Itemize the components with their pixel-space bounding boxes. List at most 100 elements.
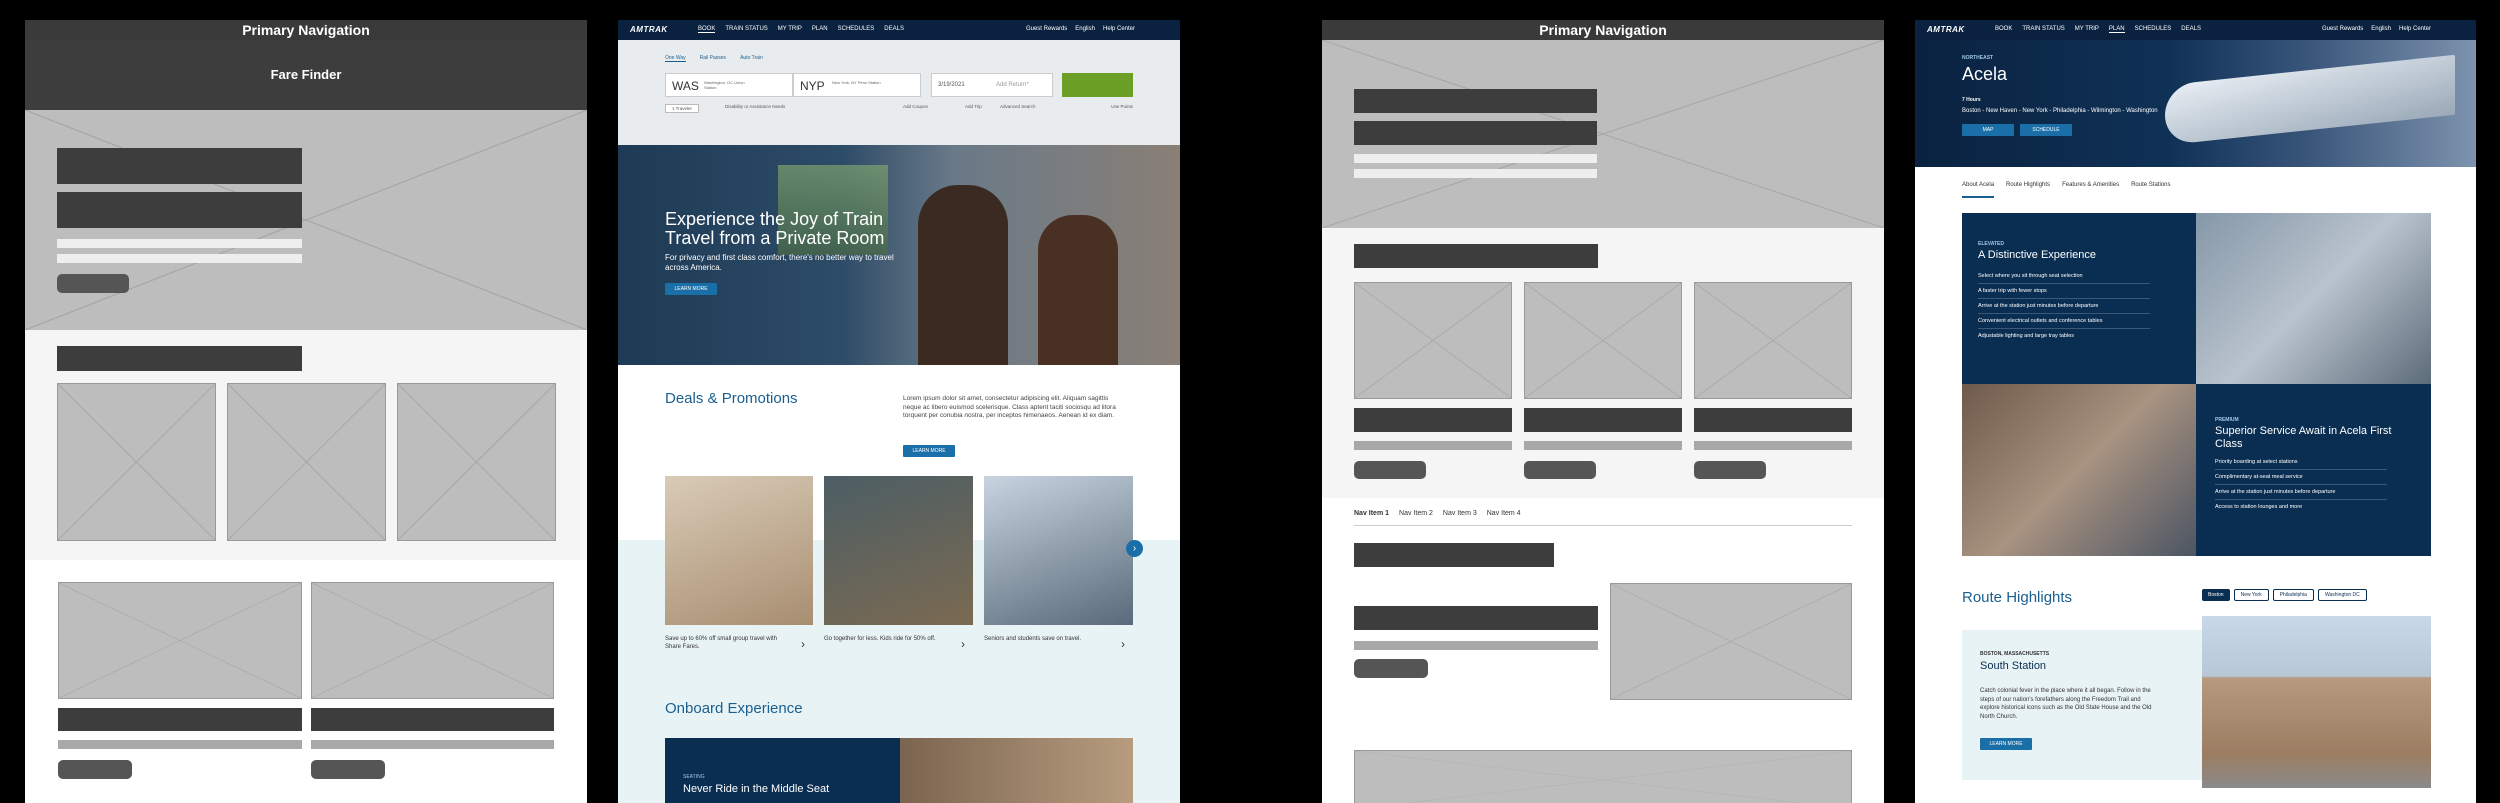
feature-heading-block — [311, 708, 554, 731]
disability-checkbox[interactable]: Disability or Assistance Needs — [725, 104, 785, 109]
feature-button[interactable] — [58, 760, 132, 779]
deal-card-text[interactable]: Go together for less. Kids ride for 50% … — [824, 635, 939, 643]
tab-nav-item-4[interactable]: Nav Item 4 — [1487, 510, 1521, 525]
travelers-select[interactable]: 1 Traveler — [665, 104, 700, 113]
language-select[interactable]: English — [2371, 26, 2391, 32]
tab-rail-passes[interactable]: Rail Passes — [700, 55, 726, 62]
city-tab-washington-dc[interactable]: Washington DC — [2317, 589, 2367, 601]
section-heading-block — [1354, 543, 1554, 567]
card-button[interactable] — [1694, 461, 1766, 479]
amtrak-logo[interactable]: AMTRAK — [630, 25, 668, 34]
nav-deals[interactable]: DEALS — [884, 26, 904, 33]
carousel-next-button[interactable]: › — [1126, 540, 1143, 557]
use-points-toggle[interactable]: Use Points — [1111, 104, 1133, 109]
city-tab-philadelphia[interactable]: Philadelphia — [2272, 589, 2314, 601]
primary-navigation-bar[interactable]: Primary Navigation — [1322, 20, 1884, 40]
station-learn-more-button[interactable]: LEARN MORE — [1980, 738, 2032, 750]
add-trip-link[interactable]: Add Trip — [965, 104, 982, 109]
nav-deals[interactable]: DEALS — [2181, 26, 2201, 33]
list-item: Adjustable lighting and large tray table… — [1978, 333, 2075, 339]
card-button[interactable] — [1354, 461, 1426, 479]
feature-image-placeholder — [311, 582, 554, 699]
city-tab-new-york[interactable]: New York — [2233, 589, 2269, 601]
city-tab-boston[interactable]: Boston — [2202, 589, 2230, 601]
deals-learn-more-button[interactable]: LEARN MORE — [903, 445, 955, 457]
feature-button[interactable] — [1354, 659, 1428, 678]
feature-text-line — [58, 740, 302, 749]
route-tabs: About Acela Route Highlights Features & … — [1962, 182, 2170, 198]
seating-label: SEATING — [683, 774, 705, 780]
list-item: A faster trip with fewer stops — [1978, 284, 2150, 299]
nav-book[interactable]: BOOK — [1995, 26, 2012, 33]
elevated-heading: A Distinctive Experience — [1978, 249, 2096, 261]
deal-card-text[interactable]: Save up to 60% off small group travel wi… — [665, 635, 780, 651]
seating-heading: Never Ride in the Middle Seat — [683, 783, 830, 795]
deal-card-image[interactable] — [665, 476, 813, 625]
card-image-placeholder — [1694, 282, 1852, 399]
hero-cta-button[interactable] — [57, 274, 129, 293]
map-button[interactable]: MAP — [1962, 124, 2014, 136]
nav-train-status[interactable]: TRAIN STATUS — [2022, 26, 2064, 33]
to-name: New York, NY Penn Station — [832, 80, 881, 85]
nav-plan[interactable]: PLAN — [2108, 26, 2125, 33]
tab-nav-item-2[interactable]: Nav Item 2 — [1399, 510, 1433, 525]
elevated-image — [2196, 213, 2431, 384]
primary-navigation: AMTRAK BOOK TRAIN STATUS MY TRIP PLAN SC… — [1915, 20, 2476, 40]
nav-plan[interactable]: PLAN — [812, 26, 828, 33]
deal-card-text[interactable]: Seniors and students save on travel. — [984, 635, 1099, 643]
tab-about-acela[interactable]: About Acela — [1962, 182, 1995, 198]
primary-navigation-bar[interactable]: Primary Navigation — [25, 20, 587, 40]
nav-schedules[interactable]: SCHEDULES — [838, 26, 875, 33]
language-select[interactable]: English — [1075, 26, 1095, 32]
nav-schedules[interactable]: SCHEDULES — [2135, 26, 2172, 33]
chevron-right-icon[interactable]: › — [961, 637, 965, 651]
tab-one-way[interactable]: One Way — [665, 55, 686, 62]
route-stops: Boston - New Haven - New York - Philadel… — [1962, 108, 2158, 114]
card-image-placeholder — [57, 383, 216, 541]
add-coupon-link[interactable]: Add Coupon — [903, 104, 928, 109]
help-center-link[interactable]: Help Center — [2399, 26, 2431, 32]
tab-route-stations[interactable]: Route Stations — [2131, 182, 2170, 198]
return-placeholder: Add Return* — [996, 82, 1029, 88]
deal-card-image[interactable] — [984, 476, 1133, 625]
tab-features-amenities[interactable]: Features & Amenities — [2062, 182, 2119, 198]
tab-nav-item-3[interactable]: Nav Item 3 — [1443, 510, 1477, 525]
hero-learn-more-button[interactable]: LEARN MORE — [665, 283, 717, 295]
from-station-field[interactable]: WAS Washington, DC Union Station — [665, 73, 793, 97]
elevated-label: ELEVATED — [1978, 241, 2004, 247]
feature-button[interactable] — [311, 760, 385, 779]
bottom-image-placeholder — [1354, 750, 1852, 803]
schedule-button[interactable]: SCHEDULE — [2020, 124, 2072, 136]
guest-rewards-link[interactable]: Guest Rewards — [1026, 26, 1067, 32]
nav-train-status[interactable]: TRAIN STATUS — [725, 26, 767, 33]
card-image-placeholder — [227, 383, 386, 541]
nav-my-trip[interactable]: MY TRIP — [2075, 26, 2099, 33]
nav-my-trip[interactable]: MY TRIP — [778, 26, 802, 33]
guest-rewards-link[interactable]: Guest Rewards — [2322, 26, 2363, 32]
card-heading-block — [1354, 408, 1512, 432]
station-image — [2202, 616, 2431, 788]
card-text-line — [1524, 441, 1682, 450]
acela-train-image — [2165, 54, 2455, 146]
list-item: Select where you sit through seat select… — [1978, 269, 2150, 284]
deal-card-image[interactable] — [824, 476, 973, 625]
hero-heading: Experience the Joy of Train Travel from … — [665, 209, 885, 248]
help-center-link[interactable]: Help Center — [1103, 26, 1135, 32]
list-item: Complimentary at-seat meal service — [2215, 470, 2387, 485]
find-trains-button[interactable] — [1062, 73, 1133, 97]
date-field[interactable]: 3/19/2021 Add Return* — [931, 73, 1053, 97]
card-image-placeholder — [397, 383, 556, 541]
nav-book[interactable]: BOOK — [698, 26, 716, 33]
to-station-field[interactable]: NYP New York, NY Penn Station — [793, 73, 921, 97]
chevron-right-icon[interactable]: › — [1121, 637, 1125, 651]
onboard-title: Onboard Experience — [665, 700, 803, 717]
advanced-search-link[interactable]: Advanced Search — [1000, 104, 1036, 109]
card-button[interactable] — [1524, 461, 1596, 479]
card-text-line — [1694, 441, 1852, 450]
tab-nav-item-1[interactable]: Nav Item 1 — [1354, 510, 1389, 525]
tab-auto-train[interactable]: Auto Train — [740, 55, 763, 62]
fare-finder[interactable]: Fare Finder — [25, 40, 587, 110]
amtrak-logo[interactable]: AMTRAK — [1927, 25, 1965, 34]
chevron-right-icon[interactable]: › — [801, 637, 805, 651]
tab-route-highlights[interactable]: Route Highlights — [2006, 182, 2050, 198]
